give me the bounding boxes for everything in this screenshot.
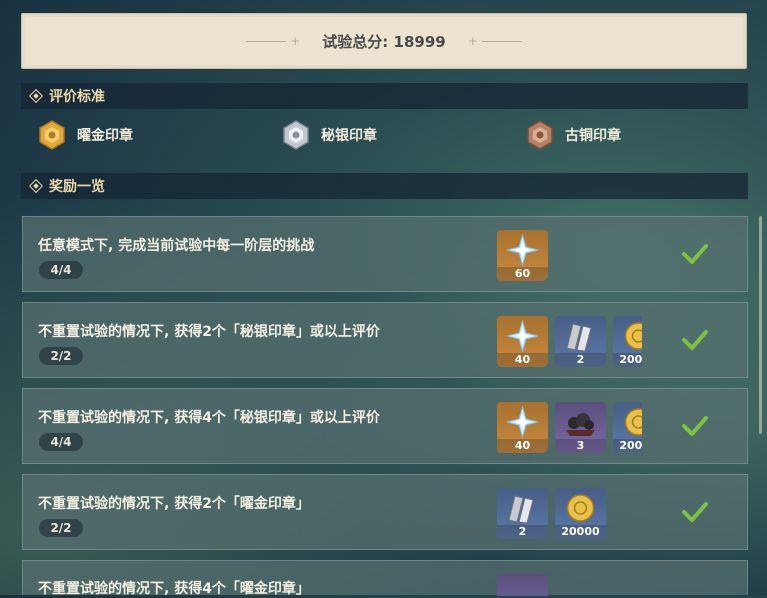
check-icon [682,330,708,350]
item-count: 20000 [555,525,606,539]
reward-row[interactable]: 不重置试验的情况下, 获得4个「秘银印章」或以上评价 4/4 40 3 200 [22,388,748,464]
item-count: 40 [497,439,548,453]
total-score-banner: + 试验总分: 18999 + [21,13,747,69]
reward-item[interactable]: 20000 [613,402,642,453]
reward-progress: 2/2 [39,347,83,365]
reward-progress: 4/4 [39,433,83,451]
reward-progress: 4/4 [39,261,83,279]
reward-items: 40 2 20000 [497,316,642,370]
check-icon [682,244,708,264]
criterion-label: 古铜印章 [565,128,621,144]
criterion-label: 曜金印章 [77,128,133,144]
criterion-bronze: 古铜印章 [525,120,621,150]
ore-icon [508,495,534,524]
criteria-row: 曜金印章 秘银印章 古铜印章 [0,115,767,157]
criterion-label: 秘银印章 [321,128,377,144]
reward-progress: 2/2 [39,519,83,537]
scrollbar[interactable] [759,216,762,434]
reward-row[interactable]: 不重置试验的情况下, 获得2个「秘银印章」或以上评价 2/2 40 2 2000… [22,302,748,378]
reward-item[interactable]: 3 [555,402,606,453]
criterion-gold: 曜金印章 [37,120,133,150]
reward-items: 2 20000 [497,488,642,542]
primogem-icon [506,234,539,266]
diamond-icon [28,178,44,194]
reward-item[interactable]: 40 [497,402,548,453]
item-count: 40 [497,353,548,367]
reward-row[interactable]: 任意模式下, 完成当前试验中每一阶层的挑战 4/4 60 [22,216,748,292]
check-icon [682,502,708,522]
reward-description: 不重置试验的情况下, 获得4个「秘银印章」或以上评价 [38,410,380,426]
mora-icon [624,408,642,436]
reward-description: 不重置试验的情况下, 获得2个「曜金印章」 [38,496,310,512]
reward-description: 任意模式下, 完成当前试验中每一阶层的挑战 [38,238,315,254]
criteria-section-title: 评价标准 [49,89,105,105]
bronze-seal-icon [525,120,555,150]
check-icon [682,416,708,436]
total-score: 试验总分: 18999 [322,32,446,51]
ornament-icon: + [467,34,478,48]
reward-item[interactable] [497,574,548,596]
item-count: 3 [555,439,606,453]
reward-row[interactable]: 不重置试验的情况下, 获得2个「曜金印章」 2/2 2 20000 [22,474,748,550]
silver-seal-icon [281,120,311,150]
mora-icon [624,322,642,350]
gold-seal-icon [37,120,67,150]
ore-chunk-icon [566,413,595,436]
primogem-icon [506,320,539,352]
criterion-silver: 秘银印章 [281,120,377,150]
rewards-section-header: 奖励一览 [21,173,748,199]
reward-item[interactable]: 20000 [613,316,642,367]
item-count: 20000 [613,439,642,453]
criteria-section-header: 评价标准 [21,83,748,109]
item-count: 60 [497,267,548,281]
item-count: 20000 [613,353,642,367]
reward-item[interactable]: 60 [497,230,548,281]
divider-line [481,40,522,42]
reward-items [497,574,642,596]
diamond-icon [28,88,44,104]
item-count: 2 [555,353,606,367]
reward-items: 40 3 20000 [497,402,642,456]
item-count: 2 [497,525,548,539]
reward-row[interactable]: 不重置试验的情况下, 获得4个「曜金印章」 [22,560,748,597]
reward-item[interactable]: 40 [497,316,548,367]
divider-line [246,40,287,42]
primogem-icon [506,406,539,438]
ornament-icon: + [290,34,301,48]
reward-item[interactable]: 2 [497,488,548,539]
ore-icon [566,323,592,352]
mora-icon [566,494,595,522]
reward-description: 不重置试验的情况下, 获得2个「秘银印章」或以上评价 [38,324,380,340]
reward-description: 不重置试验的情况下, 获得4个「曜金印章」 [38,581,310,597]
reward-items: 60 [497,230,642,284]
rewards-section-title: 奖励一览 [49,179,105,195]
reward-item[interactable]: 2 [555,316,606,367]
reward-item[interactable]: 20000 [555,488,606,539]
